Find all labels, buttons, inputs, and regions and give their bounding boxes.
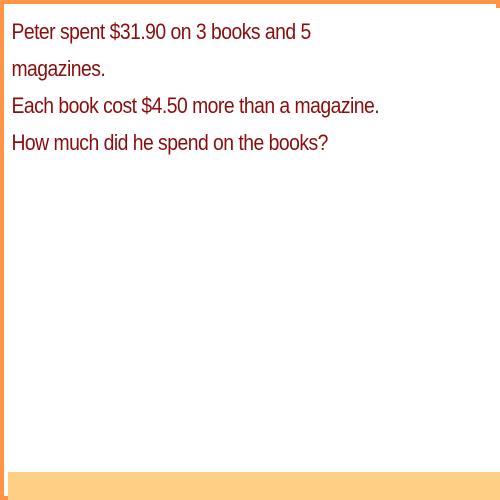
problem-line: Peter spent $31.90 on 3 books and 5	[11, 19, 311, 44]
problem-line: How much did he spend on the books?	[11, 130, 328, 155]
footer-bar	[8, 472, 500, 500]
problem-line: Each book cost $4.50 more than a magazin…	[11, 93, 380, 118]
word-problem-text: Peter spent $31.90 on 3 books and 5 maga…	[8, 8, 496, 161]
problem-area: Peter spent $31.90 on 3 books and 5 maga…	[8, 8, 500, 472]
problem-line: magazines.	[11, 56, 106, 81]
problem-card: Peter spent $31.90 on 3 books and 5 maga…	[0, 0, 500, 500]
